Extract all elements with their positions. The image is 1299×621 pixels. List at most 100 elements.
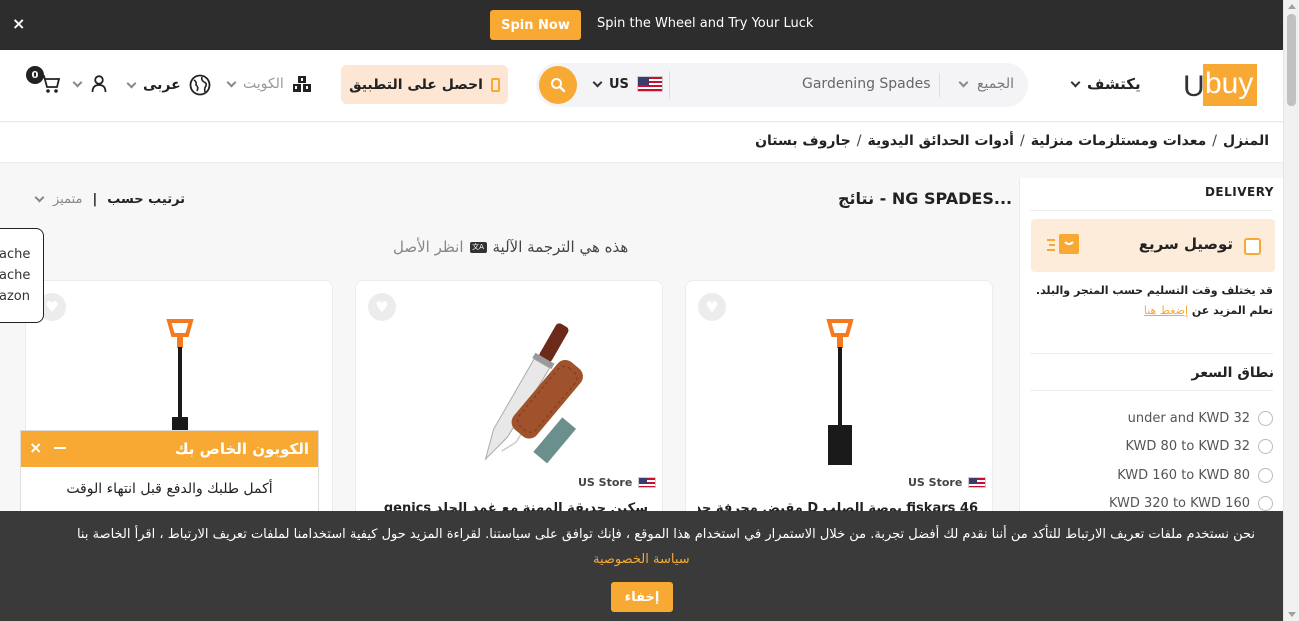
ship-country-label: الكويت: [243, 76, 284, 92]
coupon-title: الكوبون الخاص بك: [174, 440, 309, 458]
search-country-select[interactable]: US: [592, 76, 663, 92]
price-range-label: under and KWD 32: [1127, 410, 1250, 426]
chevron-down-icon: [34, 192, 45, 203]
search-input[interactable]: Gardening Spades: [802, 76, 931, 92]
us-flag-icon: [968, 477, 987, 488]
breadcrumb: المنزل / معدات ومستلزمات منزلية / أدوات …: [0, 123, 1283, 163]
ubuy-logo[interactable]: U buy: [1183, 64, 1259, 108]
store-label: US Store: [908, 476, 963, 489]
coupon-body: أكمل طلبك والدفع قبل انتهاء الوقت: [66, 481, 273, 497]
price-range-option[interactable]: KWD 160 to KWD 80: [1109, 461, 1273, 490]
globe-icon: [189, 74, 211, 96]
translation-notice: هذه هي الترجمة الآلية 文A انظر الأصل: [393, 238, 628, 256]
breadcrumb-hand-tools[interactable]: أدوات الحدائق اليدوية: [867, 133, 1014, 149]
results-title: نتائج - NG SPADES...: [838, 189, 1013, 208]
price-range-label: KWD 160 to KWD 80: [1117, 467, 1250, 483]
coupon-header: الكوبون الخاص بك ×: [21, 431, 318, 467]
warehouse-icon: [292, 76, 311, 92]
get-app-button[interactable]: احصل على التطبيق: [341, 65, 508, 104]
delivery-note: قد يختلف وقت التسليم حسب المتجر والبلد. …: [1033, 281, 1273, 321]
search-category-select[interactable]: الجميع: [958, 76, 1014, 92]
promo-bar: × Spin Now Spin the Wheel and Try Your L…: [0, 0, 1283, 50]
privacy-policy-link[interactable]: سياسة الخصوصية: [593, 552, 690, 567]
language-select[interactable]: عربى: [126, 74, 211, 96]
chevron-down-icon: [226, 77, 237, 87]
phone-icon: [490, 77, 500, 92]
divider: [1030, 353, 1273, 354]
fast-delivery-checkbox[interactable]: [1244, 238, 1261, 255]
breadcrumb-home[interactable]: المنزل: [1223, 133, 1269, 149]
search-country-code: US: [609, 76, 629, 92]
promo-text: Spin the Wheel and Try Your Luck: [597, 16, 814, 31]
search-category-label: الجميع: [977, 76, 1014, 92]
chevron-down-icon: [592, 77, 603, 87]
sort-label: ترتيب حسب: [107, 192, 186, 207]
scrollbar-thumb[interactable]: [1287, 14, 1296, 106]
divider: [1030, 390, 1273, 391]
breadcrumb-separator: /: [1212, 133, 1217, 149]
ship-country-select[interactable]: الكويت: [226, 75, 312, 93]
search-bar: الجميع Gardening Spades US: [536, 63, 1028, 107]
sort-separator: |: [92, 192, 98, 207]
search-divider: [669, 71, 670, 99]
account-menu[interactable]: [72, 75, 107, 93]
hide-cookie-button[interactable]: إخفاء: [611, 582, 673, 612]
coupon-minimize-button[interactable]: [54, 447, 66, 449]
search-button[interactable]: [539, 66, 577, 104]
fast-delivery-filter[interactable]: توصيل سريع: [1031, 219, 1275, 272]
breadcrumb-current: جاروف بستان: [755, 133, 851, 149]
language-label: عربى: [143, 77, 181, 93]
price-range-label: KWD 320 to KWD 160: [1108, 496, 1250, 512]
breadcrumb-separator: /: [856, 133, 862, 149]
promo-close-button[interactable]: ×: [12, 14, 25, 33]
explore-label: يكتشف: [1087, 75, 1141, 93]
us-flag-icon: [636, 76, 663, 92]
product-image-knife: [484, 323, 583, 464]
sort-control[interactable]: متميز | ترتيب حسب: [34, 192, 186, 207]
us-flag-icon: [638, 477, 657, 488]
wishlist-heart-icon[interactable]: ♥: [368, 293, 396, 321]
breadcrumb-separator: /: [1019, 133, 1025, 149]
chevron-down-icon: [958, 77, 969, 87]
suggestion-item[interactable]: azon: [0, 286, 43, 307]
page-scrollbar[interactable]: [1283, 0, 1299, 621]
search-divider: [939, 73, 940, 97]
logo-u: U: [1183, 70, 1205, 103]
price-range-option[interactable]: KWD 80 to KWD 32: [1109, 433, 1273, 462]
get-app-label: احصل على التطبيق: [349, 76, 483, 93]
cart-count-badge: 0: [26, 66, 44, 84]
suggestion-item[interactable]: ache: [0, 265, 43, 286]
cookie-banner: نحن نستخدم ملفات تعريف الارتباط للتأكد م…: [0, 511, 1283, 621]
store-tag: US Store: [578, 476, 657, 489]
user-icon: [91, 75, 107, 93]
delivery-heading: DELIVERY: [1204, 185, 1274, 199]
product-card[interactable]: ♥ US Store سكين حديقة المهنة مع غمد الجل…: [355, 280, 663, 540]
radio-button[interactable]: [1258, 410, 1273, 426]
chevron-down-icon: [72, 77, 83, 87]
radio-button[interactable]: [1258, 496, 1273, 512]
product-image-spade: [826, 319, 854, 465]
scroll-down-arrow-icon[interactable]: [1288, 612, 1296, 617]
cart-button[interactable]: 0: [26, 66, 60, 96]
cookie-message: نحن نستخدم ملفات تعريف الارتباط للتأكد م…: [76, 527, 1255, 542]
wishlist-heart-icon[interactable]: ♥: [698, 293, 726, 321]
suggestion-popup[interactable]: ache ache azon: [0, 228, 44, 323]
suggestion-item[interactable]: ache: [0, 244, 43, 265]
spin-now-button[interactable]: Spin Now: [490, 10, 581, 40]
price-range-list: under and KWD 32 KWD 80 to KWD 32 KWD 16…: [1109, 404, 1273, 518]
search-icon: [551, 78, 566, 93]
radio-button[interactable]: [1258, 439, 1273, 455]
scroll-up-arrow-icon[interactable]: [1288, 4, 1296, 9]
coupon-close-button[interactable]: ×: [29, 438, 42, 457]
translation-text: هذه هي الترجمة الآلية: [492, 238, 629, 256]
store-label: US Store: [578, 476, 633, 489]
site-header: U buy يكتشف الجميع Gardening Spades US ا…: [0, 50, 1283, 122]
logo-buy: buy: [1203, 64, 1257, 106]
explore-menu[interactable]: يكتشف: [1070, 75, 1141, 93]
learn-more-link[interactable]: إضغط هنا: [1144, 304, 1188, 317]
product-card[interactable]: ♥ US Store 46 fiskars بوصة الصلب D مقبض …: [685, 280, 993, 540]
breadcrumb-home-equipment[interactable]: معدات ومستلزمات منزلية: [1031, 133, 1207, 149]
price-range-option[interactable]: under and KWD 32: [1109, 404, 1273, 433]
view-original-link[interactable]: انظر الأصل: [393, 238, 464, 256]
radio-button[interactable]: [1258, 467, 1273, 483]
